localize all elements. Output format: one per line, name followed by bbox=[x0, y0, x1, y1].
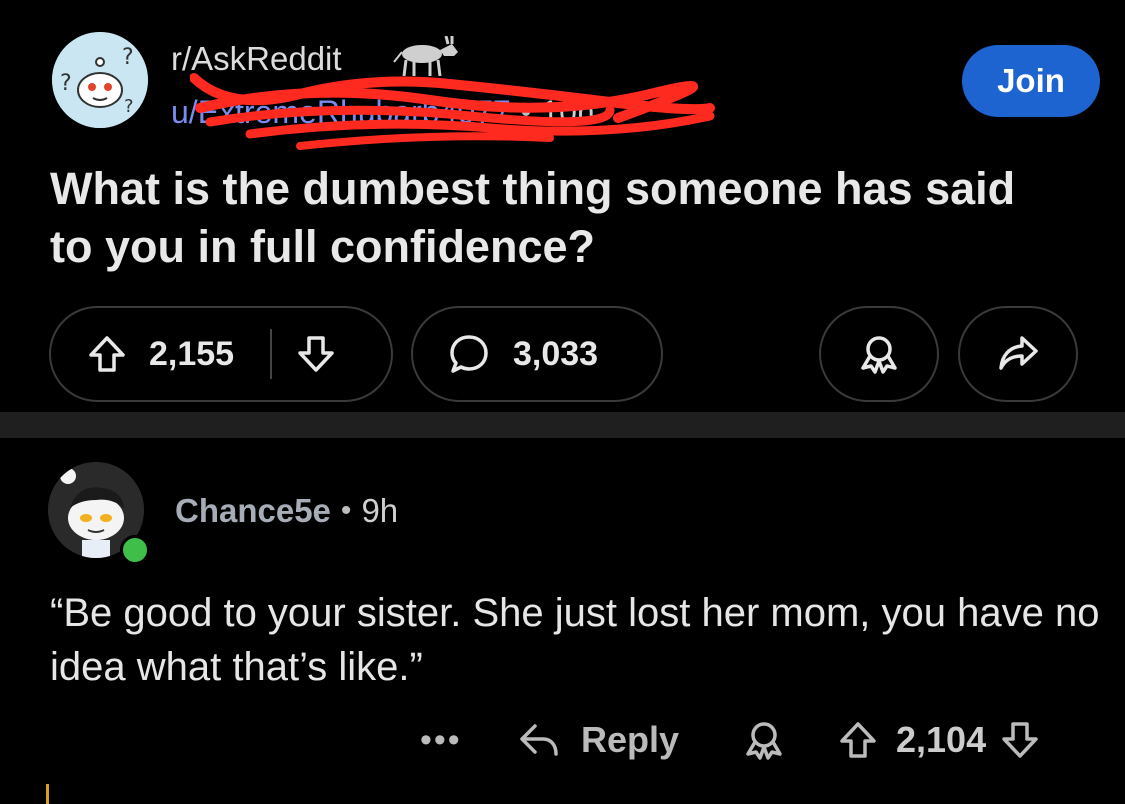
svg-text:?: ? bbox=[124, 96, 134, 117]
post-meta: u/ExtremeRhubarb4077 • 10h bbox=[171, 94, 595, 131]
award-button[interactable] bbox=[819, 306, 939, 402]
comments-button[interactable]: 3,033 bbox=[411, 306, 663, 402]
meta-separator: • bbox=[340, 494, 352, 527]
award-icon bbox=[746, 722, 782, 760]
reply-button[interactable]: Reply bbox=[517, 712, 679, 768]
meta-separator: • bbox=[520, 95, 532, 129]
more-options-button[interactable]: ••• bbox=[420, 712, 462, 768]
comment-vote-bar: 2,104 bbox=[838, 712, 1040, 768]
vote-bar: 2,155 bbox=[49, 306, 393, 402]
award-icon bbox=[861, 336, 897, 374]
subreddit-name[interactable]: r/AskReddit bbox=[171, 40, 342, 78]
share-button[interactable] bbox=[958, 306, 1078, 402]
post-title[interactable]: What is the dumbest thing someone has sa… bbox=[50, 160, 1070, 276]
reply-icon bbox=[520, 724, 558, 756]
reply-label: Reply bbox=[581, 719, 680, 760]
comment-count: 3,033 bbox=[513, 334, 599, 373]
thread-line bbox=[46, 784, 49, 804]
snoo-question-icon: ? ? ? bbox=[52, 32, 148, 128]
comment-score: 2,104 bbox=[896, 719, 987, 760]
donkey-icon bbox=[393, 36, 458, 77]
upvote-icon[interactable] bbox=[838, 720, 878, 760]
post-author[interactable]: u/ExtremeRhubarb4077 bbox=[171, 94, 511, 131]
upvote-icon[interactable] bbox=[87, 334, 127, 374]
comment-award-button[interactable] bbox=[742, 712, 786, 768]
online-status-badge bbox=[120, 535, 150, 565]
join-button[interactable]: Join bbox=[962, 45, 1100, 117]
comment-username[interactable]: Chance5e bbox=[175, 492, 331, 530]
downvote-icon[interactable] bbox=[1000, 720, 1040, 760]
section-separator bbox=[0, 412, 1125, 438]
subreddit-avatar[interactable]: ? ? ? bbox=[52, 32, 148, 128]
vote-divider bbox=[270, 329, 273, 379]
comment-time: 9h bbox=[361, 492, 399, 529]
svg-text:?: ? bbox=[60, 71, 72, 96]
post-time: 10h bbox=[541, 94, 595, 130]
upvote-count: 2,155 bbox=[149, 334, 235, 373]
comment-body: “Be good to your sister. She just lost h… bbox=[50, 591, 1100, 689]
comment-icon bbox=[450, 335, 488, 373]
comment-meta: Chance5e • 9h bbox=[175, 492, 398, 530]
svg-text:?: ? bbox=[122, 45, 134, 70]
share-icon bbox=[999, 336, 1038, 370]
downvote-icon[interactable] bbox=[296, 334, 336, 374]
